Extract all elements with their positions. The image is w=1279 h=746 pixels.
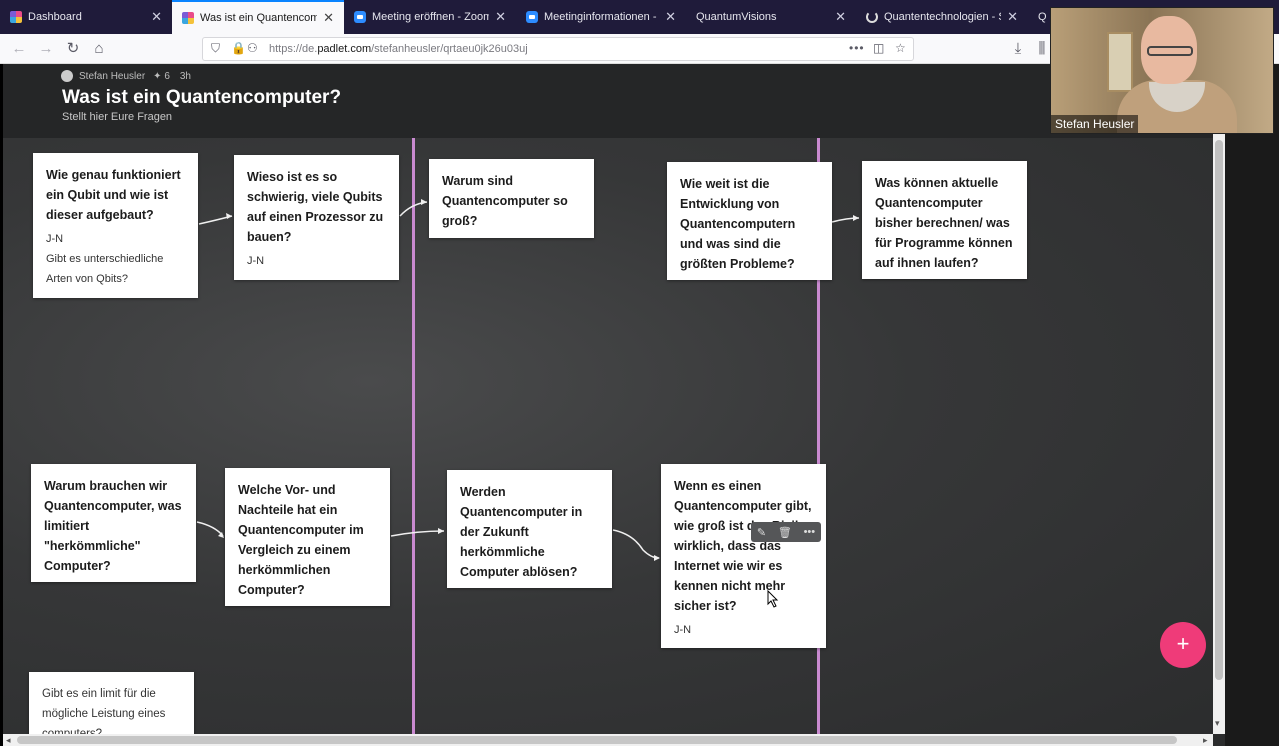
- downloads-icon[interactable]: ⤓: [1008, 39, 1028, 59]
- connector-arrow: [612, 529, 660, 559]
- post-age: 3h: [179, 70, 191, 82]
- post-card[interactable]: Warum brauchen wir Quantencomputer, was …: [31, 464, 196, 582]
- trash-icon[interactable]: 🗑: [778, 526, 792, 539]
- url-domain: padlet.com: [317, 43, 372, 55]
- post-body: Gibt es unterschiedliche Arten von Qbits…: [46, 253, 164, 285]
- side-panel: [1225, 64, 1279, 746]
- url-text[interactable]: https://de.padlet.com/stefanheusler/qrta…: [269, 43, 528, 55]
- scrollbar-thumb[interactable]: [17, 736, 1177, 744]
- vertical-scrollbar[interactable]: ▾: [1213, 64, 1225, 734]
- tab-label: Was ist ein Quantencomput: [200, 12, 317, 24]
- tab-quantumvisions[interactable]: QuantumVisions ✕: [686, 0, 856, 34]
- address-bar[interactable]: ⛉ 🔒 ⚇ https://de.padlet.com/stefanheusle…: [202, 37, 914, 61]
- back-icon[interactable]: ←: [9, 39, 29, 59]
- post-question: Wie genau funktioniert ein Qubit und wie…: [46, 168, 181, 222]
- avatar[interactable]: [61, 70, 73, 82]
- tab-label: QuantumVisions: [696, 11, 777, 23]
- connector-arrow: [196, 521, 224, 537]
- video-thumbnail[interactable]: Stefan Heusler: [1050, 7, 1274, 134]
- tab-dashboard[interactable]: Dashboard ✕: [0, 0, 172, 34]
- close-icon[interactable]: ✕: [665, 9, 676, 25]
- post-question: Warum sind Quantencomputer so groß?: [442, 174, 568, 228]
- post-card[interactable]: Werden Quantencomputer in der Zukunft he…: [447, 470, 612, 588]
- padlet-icon: [182, 12, 194, 24]
- tab-label: Quantentechnologien - Star: [884, 11, 1001, 23]
- tab-label: Dashboard: [28, 11, 82, 23]
- participant-name: Stefan Heusler: [1051, 115, 1139, 133]
- arrow-head: [853, 215, 859, 221]
- arrow-head: [654, 555, 660, 561]
- post-author: J-N: [247, 255, 265, 267]
- bookmark-star-icon[interactable]: ☆: [895, 41, 906, 55]
- padlet-page: Stefan Heusler ✦ 6 3h Was ist ein Quante…: [3, 64, 1225, 746]
- post-question: Was können aktuelle Quantencomputer bish…: [875, 176, 1013, 270]
- connector-arrow: [399, 201, 428, 217]
- post-question: Wieso ist es so schwierig, viele Qubits …: [247, 170, 384, 244]
- post-card[interactable]: Wie genau funktioniert ein Qubit und wie…: [33, 153, 198, 298]
- mouse-cursor-icon: [767, 590, 779, 608]
- post-author: J-N: [46, 233, 64, 245]
- likes-count: ✦ 6: [153, 70, 170, 82]
- padlet-icon: [10, 11, 22, 23]
- url-prefix: https://de.: [269, 43, 318, 55]
- board-canvas: Wie genau funktioniert ein Qubit und wie…: [3, 138, 1225, 746]
- post-card[interactable]: Welche Vor- und Nachteile hat ein Quante…: [225, 468, 390, 606]
- page-title: Was ist ein Quantencomputer?: [62, 87, 342, 108]
- arrow-head: [438, 528, 444, 534]
- scrollbar-thumb[interactable]: [1215, 140, 1223, 680]
- library-icon[interactable]: ⫼: [1032, 39, 1052, 59]
- post-card[interactable]: Warum sind Quantencomputer so groß?: [429, 159, 594, 238]
- close-icon[interactable]: ✕: [323, 10, 334, 26]
- participant-glasses: [1147, 46, 1193, 56]
- author-line: Stefan Heusler ✦ 6 3h: [61, 70, 191, 82]
- home-icon[interactable]: ⌂: [89, 39, 109, 59]
- card-toolbar: ✎ 🗑 •••: [751, 522, 821, 542]
- horizontal-scrollbar[interactable]: ◂ ▸: [3, 734, 1213, 746]
- post-author: J-N: [674, 624, 692, 636]
- scroll-down-icon[interactable]: ▾: [1215, 718, 1220, 729]
- post-question: Wie weit ist die Entwicklung von Quanten…: [680, 177, 796, 271]
- tab-padlet-quantencomputer[interactable]: Was ist ein Quantencomput ✕: [172, 0, 344, 34]
- tab-zoom-meeting[interactable]: Meeting eröffnen - Zoom ✕: [344, 0, 516, 34]
- page-subtitle: Stellt hier Eure Fragen: [62, 111, 173, 123]
- zoom-icon: [354, 11, 366, 23]
- post-question: Werden Quantencomputer in der Zukunft he…: [460, 485, 583, 579]
- post-question: Warum brauchen wir Quantencomputer, was …: [44, 479, 182, 573]
- tab-label: Meetinginformationen - Zo: [544, 11, 659, 23]
- tab-quantentechnologien[interactable]: Quantentechnologien - Star ✕: [856, 0, 1028, 34]
- close-icon[interactable]: ✕: [495, 9, 506, 25]
- close-icon[interactable]: ✕: [151, 9, 162, 25]
- scroll-left-icon[interactable]: ◂: [6, 735, 11, 746]
- padlet-header: Stefan Heusler ✦ 6 3h Was ist ein Quante…: [3, 64, 1225, 138]
- more-icon[interactable]: •••: [804, 526, 816, 538]
- loading-icon: [866, 11, 878, 23]
- edit-icon[interactable]: ✎: [757, 526, 766, 539]
- post-card[interactable]: Wieso ist es so schwierig, viele Qubits …: [234, 155, 399, 280]
- close-icon[interactable]: ✕: [835, 9, 846, 25]
- post-card[interactable]: Wie weit ist die Entwicklung von Quanten…: [667, 162, 832, 280]
- connector-arrow: [390, 530, 445, 537]
- tab-label: Meeting eröffnen - Zoom: [372, 11, 490, 23]
- arrow-head: [421, 199, 427, 205]
- shield-icon[interactable]: ⛉: [211, 41, 220, 56]
- close-icon[interactable]: ✕: [1007, 9, 1018, 25]
- pocket-icon[interactable]: ◫: [873, 41, 884, 55]
- zoom-icon: [526, 11, 538, 23]
- url-path: /stefanheusler/qrtaeu0jk26u03uj: [371, 43, 528, 55]
- post-card[interactable]: Wenn es einen Quantencomputer gibt, wie …: [661, 464, 826, 648]
- reload-icon[interactable]: ↻: [63, 39, 83, 59]
- post-question: Welche Vor- und Nachteile hat ein Quante…: [238, 483, 364, 597]
- permissions-icon[interactable]: ⚇: [247, 41, 258, 55]
- scroll-right-icon[interactable]: ▸: [1203, 735, 1208, 746]
- page-actions-icon[interactable]: •••: [849, 41, 865, 55]
- author-name[interactable]: Stefan Heusler: [79, 71, 145, 82]
- arrow-head: [226, 213, 232, 219]
- forward-icon[interactable]: →: [36, 39, 56, 59]
- lock-icon[interactable]: 🔒: [231, 41, 246, 55]
- add-post-button[interactable]: +: [1160, 622, 1206, 668]
- tab-zoom-info[interactable]: Meetinginformationen - Zo ✕: [516, 0, 686, 34]
- post-question: Wenn es einen Quantencomputer gibt, wie …: [674, 479, 812, 613]
- post-card[interactable]: Was können aktuelle Quantencomputer bish…: [862, 161, 1027, 279]
- wall-picture: [1107, 32, 1133, 92]
